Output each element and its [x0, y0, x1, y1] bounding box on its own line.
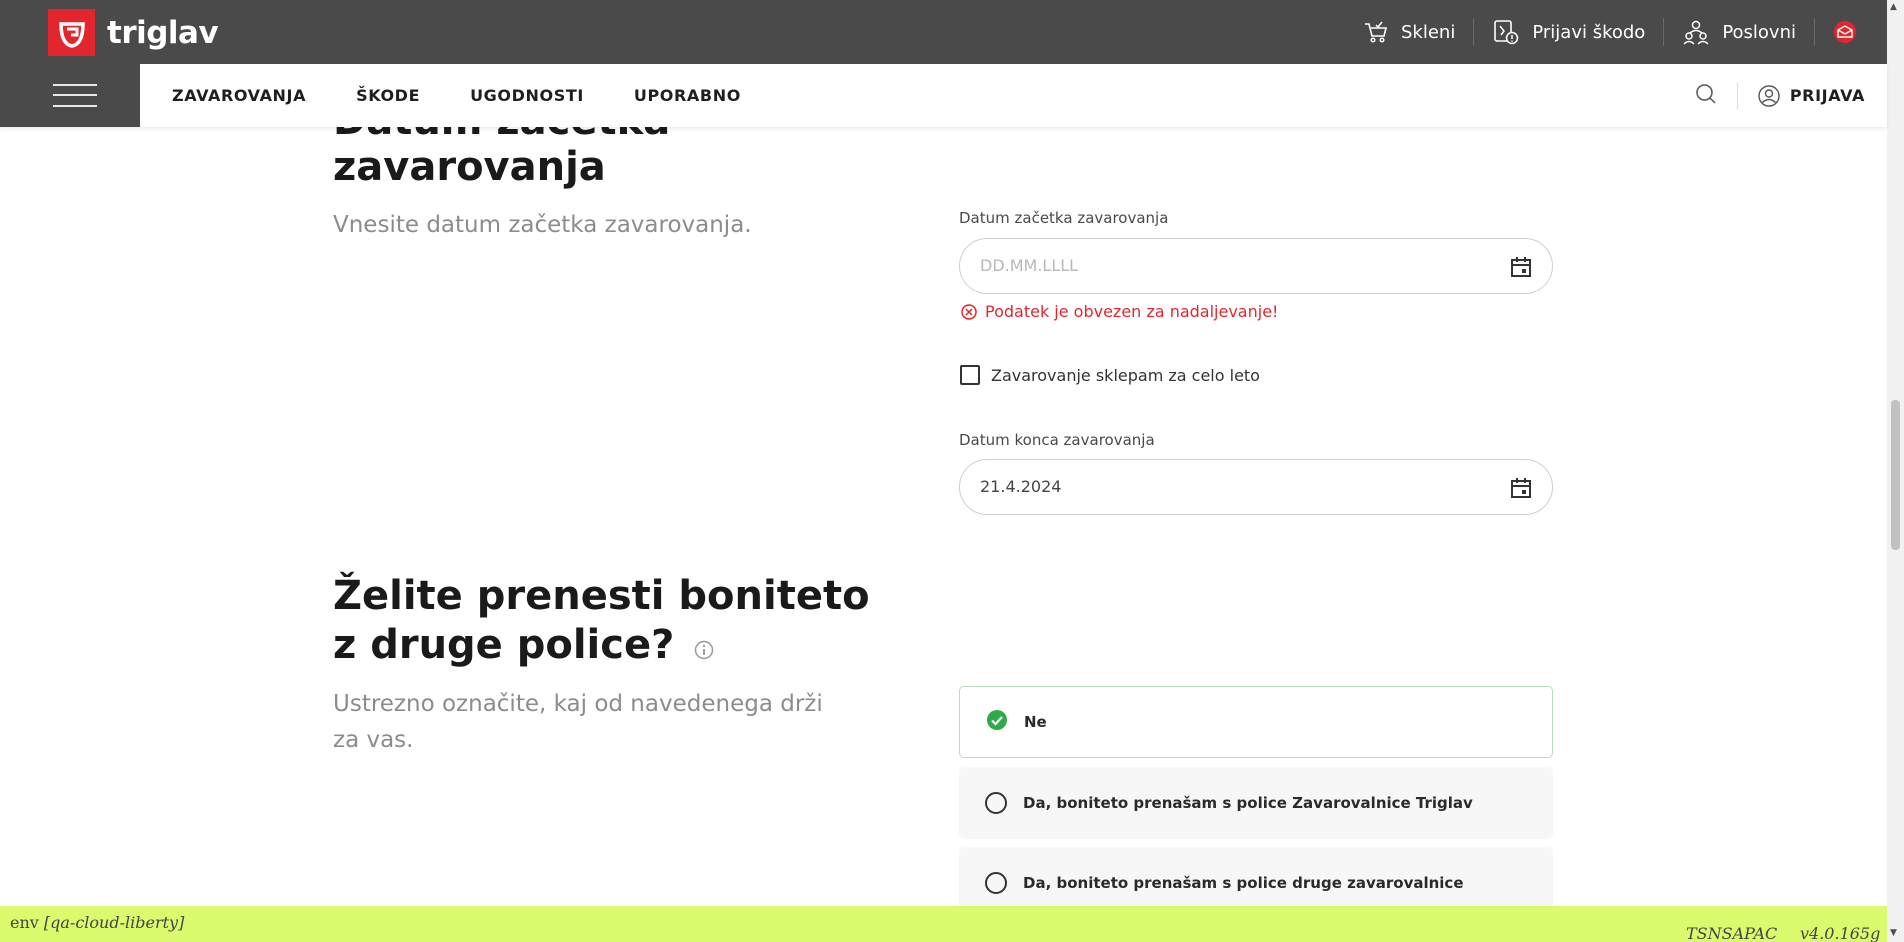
triglav-logo-icon — [48, 9, 95, 56]
end-date-value: 21.4.2024 — [980, 477, 1062, 496]
full-year-checkbox-label: Zavarovanje sklepam za celo leto — [991, 365, 1260, 385]
bonus-subtitle-line2: za vas. — [333, 727, 414, 753]
brand-name: triglav — [107, 14, 219, 51]
skleni-link[interactable]: Skleni — [1345, 18, 1473, 46]
end-date-input[interactable]: 21.4.2024 — [959, 459, 1553, 515]
radio-button[interactable] — [985, 872, 1007, 894]
bonus-subtitle-line1: Ustrezno označite, kaj od navedenega drž… — [333, 691, 823, 717]
scroll-up-icon[interactable]: ▲ — [1890, 2, 1897, 12]
top-actions: Skleni Prijavi škodo Poslovni — [1345, 0, 1887, 64]
scroll-down-icon[interactable]: ▼ — [1890, 928, 1897, 938]
calendar-icon[interactable] — [1510, 477, 1532, 503]
nav-link-ugodnosti[interactable]: UGODNOSTI — [470, 86, 584, 105]
business-users-icon — [1683, 20, 1709, 45]
full-year-checkbox-row[interactable]: Zavarovanje sklepam za celo leto — [959, 365, 1260, 385]
bonus-title-line1: Želite prenesti boniteto — [333, 573, 870, 619]
environment-bar: env [qa-cloud-liberty] TSNSAPAC v4.0.165… — [0, 906, 1887, 942]
login-button[interactable]: PRIJAVA — [1758, 84, 1865, 107]
bonus-title-line2: z druge police? — [333, 622, 675, 668]
check-circle-icon — [986, 709, 1008, 735]
start-date-title-line2: zavarovanja — [333, 144, 606, 190]
mail-button[interactable] — [1814, 18, 1887, 46]
env-info: env [qa-cloud-liberty] — [10, 913, 184, 932]
start-date-error: Podatek je obvezen za nadaljevanje! — [959, 302, 1278, 321]
bonus-option-triglav[interactable]: Da, boniteto prenašam s police Zavaroval… — [959, 767, 1553, 839]
user-icon — [1758, 84, 1780, 107]
start-date-subtitle: Vnesite datum začetka zavarovanja. — [333, 212, 752, 238]
nav-links: ZAVAROVANJA ŠKODE UGODNOSTI UPORABNO — [172, 64, 791, 127]
bonus-option-ne[interactable]: Ne — [959, 686, 1553, 758]
env-name: [qa-cloud-liberty] — [43, 913, 185, 932]
triglav-logo[interactable]: triglav — [48, 9, 219, 56]
mail-icon — [1834, 21, 1856, 43]
poslovni-label: Poslovni — [1722, 21, 1796, 43]
start-date-label: Datum začetka zavarovanja — [959, 209, 1169, 227]
calendar-icon[interactable] — [1510, 256, 1532, 282]
bonus-option-label: Da, boniteto prenašam s police Zavaroval… — [1023, 794, 1473, 812]
radio-button[interactable] — [985, 792, 1007, 814]
skleni-label: Skleni — [1401, 21, 1456, 43]
start-date-placeholder: DD.MM.LLLL — [980, 256, 1079, 275]
prijavi-skodo-link[interactable]: Prijavi škodo — [1473, 18, 1663, 46]
env-code: TSNSAPAC — [1686, 924, 1778, 942]
top-bar: triglav Skleni Prijavi škodo Poslovni — [0, 0, 1887, 64]
menu-icon[interactable] — [0, 64, 140, 127]
full-year-checkbox[interactable] — [960, 365, 980, 385]
end-date-label: Datum konca zavarovanja — [959, 431, 1155, 449]
scrollbar[interactable]: ▲ ▼ — [1887, 0, 1904, 942]
nav-link-skode[interactable]: ŠKODE — [356, 86, 420, 105]
nav-link-uporabno[interactable]: UPORABNO — [634, 86, 741, 105]
login-label: PRIJAVA — [1789, 86, 1865, 105]
error-icon — [961, 303, 977, 320]
cart-icon — [1365, 21, 1388, 43]
page: Datum začetka zavarovanja Vnesite datum … — [0, 0, 1904, 942]
bonus-option-label: Da, boniteto prenašam s police druge zav… — [1023, 874, 1464, 892]
error-text: Podatek je obvezen za nadaljevanje! — [985, 302, 1279, 321]
info-icon[interactable] — [694, 622, 714, 672]
env-version: v4.0.165g — [1800, 924, 1881, 942]
prijavi-skodo-label: Prijavi škodo — [1532, 21, 1646, 43]
start-date-input[interactable]: DD.MM.LLLL — [959, 238, 1553, 294]
nav-link-zavarovanja[interactable]: ZAVAROVANJA — [172, 86, 306, 105]
search-icon[interactable] — [1695, 83, 1717, 109]
bonus-title: z druge police? — [333, 620, 714, 672]
scroll-thumb[interactable] — [1891, 400, 1900, 550]
env-prefix: env — [10, 913, 44, 932]
main-nav: ZAVAROVANJA ŠKODE UGODNOSTI UPORABNO PRI… — [0, 64, 1887, 127]
report-damage-icon — [1494, 20, 1519, 45]
bonus-option-label: Ne — [1024, 713, 1047, 731]
poslovni-link[interactable]: Poslovni — [1663, 18, 1814, 46]
nav-right: PRIJAVA — [1695, 64, 1865, 127]
